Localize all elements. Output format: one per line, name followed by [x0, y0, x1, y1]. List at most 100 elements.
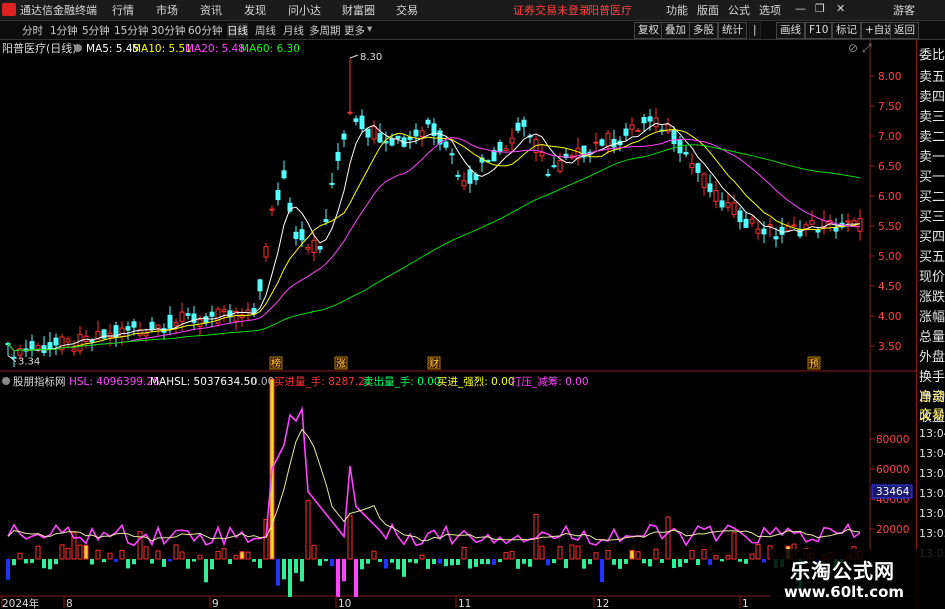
buy-volume-bar [77, 544, 83, 560]
candle-body [395, 135, 401, 139]
period-multi[interactable]: 多周期 [309, 23, 341, 38]
period-60min[interactable]: 60分钟 [188, 23, 222, 38]
menu-item-xuanxiang[interactable]: 选项 [759, 2, 781, 18]
candle-body [407, 136, 413, 140]
sell-volume-bar [624, 559, 628, 564]
sell-volume-bar [444, 559, 448, 567]
menu-item-gongshi[interactable]: 公式 [728, 2, 750, 18]
period-toolbar: 分时 1分钟 5分钟 15分钟 30分钟 60分钟 日线 周线 月线 多周期 更… [0, 21, 945, 40]
fuquan-button[interactable]: 复权 [634, 22, 663, 39]
indicator-settings-icon[interactable] [2, 377, 10, 385]
buy-volume-bar [575, 545, 581, 560]
period-fenshi[interactable]: 分时 [22, 23, 43, 38]
candle-body [833, 227, 839, 232]
menu-item-shichang[interactable]: 市场 [156, 2, 178, 18]
candle-body [665, 124, 671, 133]
event-marker-label: 榜 [271, 357, 281, 370]
login-notice[interactable]: 证券交易未登录 [513, 2, 590, 18]
sell-volume-bar [522, 559, 526, 564]
close-panel-icon[interactable]: ⊘ [848, 41, 858, 55]
period-1min[interactable]: 1分钟 [50, 23, 78, 38]
ma20-line [7, 137, 861, 352]
sell-volume-bar [696, 559, 700, 566]
buy-volume-bar [197, 554, 203, 560]
buy-volume-bar [179, 551, 185, 560]
buy-volume-bar [35, 545, 41, 560]
menu-item-gongneng[interactable]: 功能 [666, 2, 688, 18]
menu-item-faxian[interactable]: 发现 [244, 2, 266, 18]
candle-body [809, 220, 815, 225]
sell-volume-bar [48, 559, 52, 570]
biaoji-button[interactable]: 标记 [832, 22, 861, 39]
buy-volume-bar [605, 549, 611, 560]
close-icon[interactable]: ✕ [836, 2, 845, 15]
f10-button[interactable]: F10 [805, 22, 833, 39]
menu-item-jiaoyi[interactable]: 交易 [396, 2, 418, 18]
duogu-button[interactable]: 多股 [689, 22, 718, 39]
tongji-button[interactable]: 统计 [718, 22, 747, 39]
period-daily[interactable]: 日线 [227, 23, 248, 38]
auto-trade-label[interactable]: 交易 [919, 404, 945, 423]
period-15min[interactable]: 15分钟 [114, 23, 148, 38]
quote-field-label: 卖五 [919, 70, 945, 85]
restore-icon[interactable]: ❐ [815, 2, 825, 15]
quote-field-label: 卖二 [919, 130, 945, 145]
sell-volume-bar [720, 559, 724, 562]
candle-body [749, 218, 755, 224]
candle-body [623, 128, 629, 136]
candle-body [671, 130, 677, 145]
sell-volume-bar [468, 559, 472, 569]
period-more[interactable]: 更多 [344, 23, 365, 38]
candle-body [47, 342, 53, 350]
back-button[interactable]: 返回 [890, 22, 919, 39]
candle-body [497, 141, 503, 153]
candle-body [89, 340, 95, 343]
y-tick-label: 8.00 [878, 71, 901, 83]
menu-item-wenxiaoda[interactable]: 问小达 [288, 2, 321, 18]
diejia-button[interactable]: 叠加 [661, 22, 690, 39]
menu-item-hangqing[interactable]: 行情 [112, 2, 134, 18]
high-pointer [349, 54, 359, 59]
sell-volume-bar [54, 559, 58, 565]
buy-volume-bar [509, 550, 515, 560]
y-tick-label: 5.00 [878, 251, 901, 263]
buy-volume-bar [371, 550, 377, 560]
sell-volume-bar [432, 559, 436, 565]
candle-body [599, 139, 605, 146]
quote-field-label: 现价 [919, 270, 945, 285]
period-5min[interactable]: 5分钟 [82, 23, 110, 38]
sell-volume-bar [12, 559, 16, 566]
candle-body [443, 141, 449, 148]
period-30min[interactable]: 30分钟 [151, 23, 185, 38]
period-more-arrow-icon[interactable]: ▾ [367, 23, 372, 35]
menu-item-banmian[interactable]: 版面 [697, 2, 719, 18]
period-monthly[interactable]: 月线 [283, 23, 304, 38]
sell-volume-bar [564, 559, 568, 569]
sell-volume-bar [300, 559, 304, 582]
buy-volume-bar [749, 553, 755, 560]
event-marker-label: 涨 [336, 358, 346, 370]
sell-volume-bar [132, 559, 136, 565]
buy-volume-bar [629, 549, 635, 560]
quote-field-label: 涨幅 [919, 310, 945, 325]
menu-item-caifuquan[interactable]: 财富圈 [342, 2, 375, 18]
candle-body [143, 333, 149, 337]
sell-volume-bar [516, 559, 520, 569]
menu-item-zixun[interactable]: 资讯 [200, 2, 222, 18]
sell-volume-bar [330, 559, 334, 567]
buy-volume-bar [215, 550, 221, 560]
minimize-icon[interactable]: — [795, 2, 806, 15]
sell-volume-bar [168, 559, 172, 562]
period-weekly[interactable]: 周线 [255, 23, 276, 38]
sell-volume-bar [366, 559, 370, 564]
stock-chart[interactable]: 阳普医疗(日线) MA5: 5.45 MA10: 5.51 MA20: 5.48… [0, 40, 916, 609]
auto-trade-label[interactable]: 自动 [919, 386, 945, 405]
huaxian-button[interactable]: 画线 [776, 22, 805, 39]
candle-body [551, 165, 557, 168]
settings-dot-icon[interactable] [74, 44, 82, 52]
buy-volume-bar [17, 552, 23, 560]
y-tick-label: 5.50 [878, 221, 901, 233]
sell-volume-bar [114, 559, 118, 562]
expand-panel-icon[interactable]: ⤢ [861, 41, 872, 55]
guest-label[interactable]: 游客 [893, 2, 915, 18]
